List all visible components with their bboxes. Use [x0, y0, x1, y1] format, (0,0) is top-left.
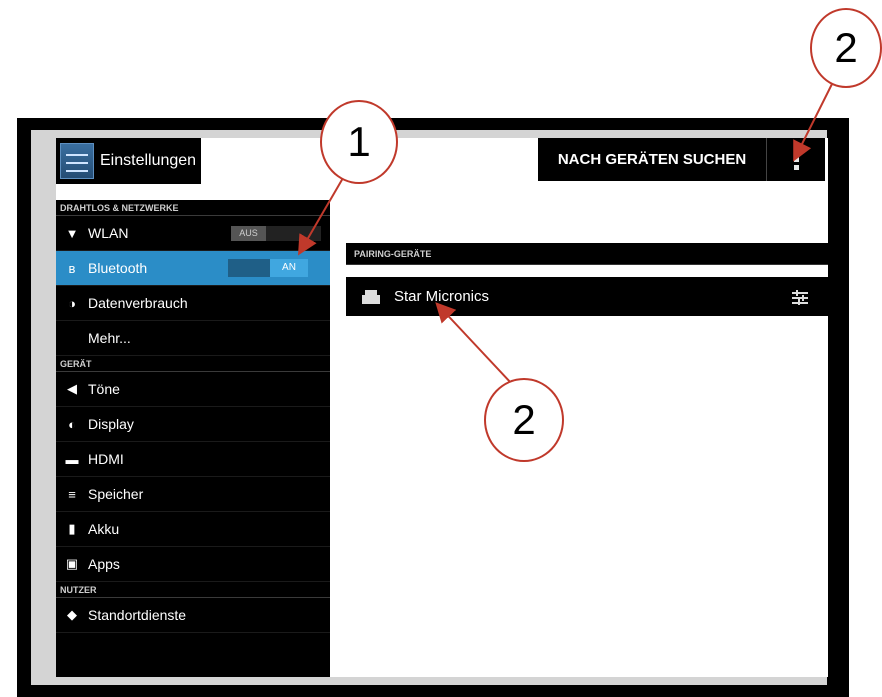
- printer-icon: [362, 289, 380, 304]
- toggle-label: AN: [270, 259, 308, 277]
- callout-2-mid: 2: [484, 378, 564, 462]
- sidebar-item-label: Apps: [88, 556, 120, 572]
- callout-1: 1: [320, 100, 398, 184]
- sidebar-item-mehr[interactable]: Mehr...: [56, 321, 330, 356]
- location-icon: ◆: [67, 607, 77, 622]
- wlan-toggle[interactable]: AUS: [231, 226, 321, 241]
- sidebar-item-akku[interactable]: ▮ Akku: [56, 512, 330, 547]
- sidebar-item-standortdienste[interactable]: ◆ Standortdienste: [56, 598, 330, 633]
- sidebar-item-label: Mehr...: [88, 330, 131, 346]
- section-header-user: NUTZER: [56, 582, 330, 598]
- hdmi-icon: ▬: [65, 451, 79, 467]
- sidebar-item-label: Datenverbrauch: [88, 295, 188, 311]
- paired-device-row[interactable]: Star Micronics: [346, 277, 828, 316]
- sound-icon: ◀: [67, 381, 77, 396]
- sidebar-item-display[interactable]: ◐ Display: [56, 407, 330, 442]
- sidebar-item-label: WLAN: [88, 225, 129, 241]
- device-name: Star Micronics: [394, 288, 490, 305]
- sidebar-item-label: Standortdienste: [88, 607, 187, 623]
- bluetooth-icon: ʙ: [68, 260, 76, 276]
- sidebar-item-label: Töne: [88, 381, 120, 397]
- sidebar-item-label: HDMI: [88, 451, 124, 467]
- device-settings-icon[interactable]: [792, 290, 808, 305]
- sidebar-item-apps[interactable]: ▣ Apps: [56, 547, 330, 582]
- section-header-wireless: DRAHTLOS & NETZWERKE: [56, 200, 330, 216]
- pairing-devices-header: PAIRING-GERÄTE: [346, 243, 828, 265]
- apps-icon: ▣: [65, 556, 79, 571]
- sidebar-item-bluetooth[interactable]: ʙ Bluetooth AN: [56, 251, 330, 286]
- sidebar-item-label: Speicher: [88, 486, 144, 502]
- search-devices-button[interactable]: NACH GERÄTEN SUCHEN: [538, 138, 767, 181]
- toggle-label: AUS: [231, 226, 266, 241]
- sidebar-item-label: Akku: [88, 521, 120, 537]
- settings-sidebar: DRAHTLOS & NETZWERKE ▼ WLAN AUS ʙ Blueto…: [56, 200, 330, 677]
- bluetooth-toggle[interactable]: AN: [228, 259, 308, 277]
- sidebar-item-toene[interactable]: ◀ Töne: [56, 372, 330, 407]
- settings-app-icon: [60, 143, 94, 179]
- data-usage-icon: ◑: [68, 295, 76, 311]
- sidebar-item-label: Bluetooth: [88, 260, 148, 276]
- sidebar-item-datenverbrauch[interactable]: ◑ Datenverbrauch: [56, 286, 330, 321]
- display-icon: ◐: [68, 416, 76, 432]
- section-header-device: GERÄT: [56, 356, 330, 372]
- app-title: Einstellungen: [100, 152, 197, 169]
- sidebar-item-label: Display: [88, 416, 134, 432]
- app-title-bar[interactable]: Einstellungen: [56, 138, 201, 184]
- storage-icon: ≡: [68, 486, 76, 502]
- battery-icon: ▮: [68, 521, 76, 536]
- sidebar-item-wlan[interactable]: ▼ WLAN AUS: [56, 216, 330, 251]
- more-vert-icon[interactable]: [767, 138, 825, 181]
- callout-2-top: 2: [810, 8, 882, 88]
- sidebar-item-speicher[interactable]: ≡ Speicher: [56, 477, 330, 512]
- sidebar-item-hdmi[interactable]: ▬ HDMI: [56, 442, 330, 477]
- wifi-icon: ▼: [65, 225, 79, 241]
